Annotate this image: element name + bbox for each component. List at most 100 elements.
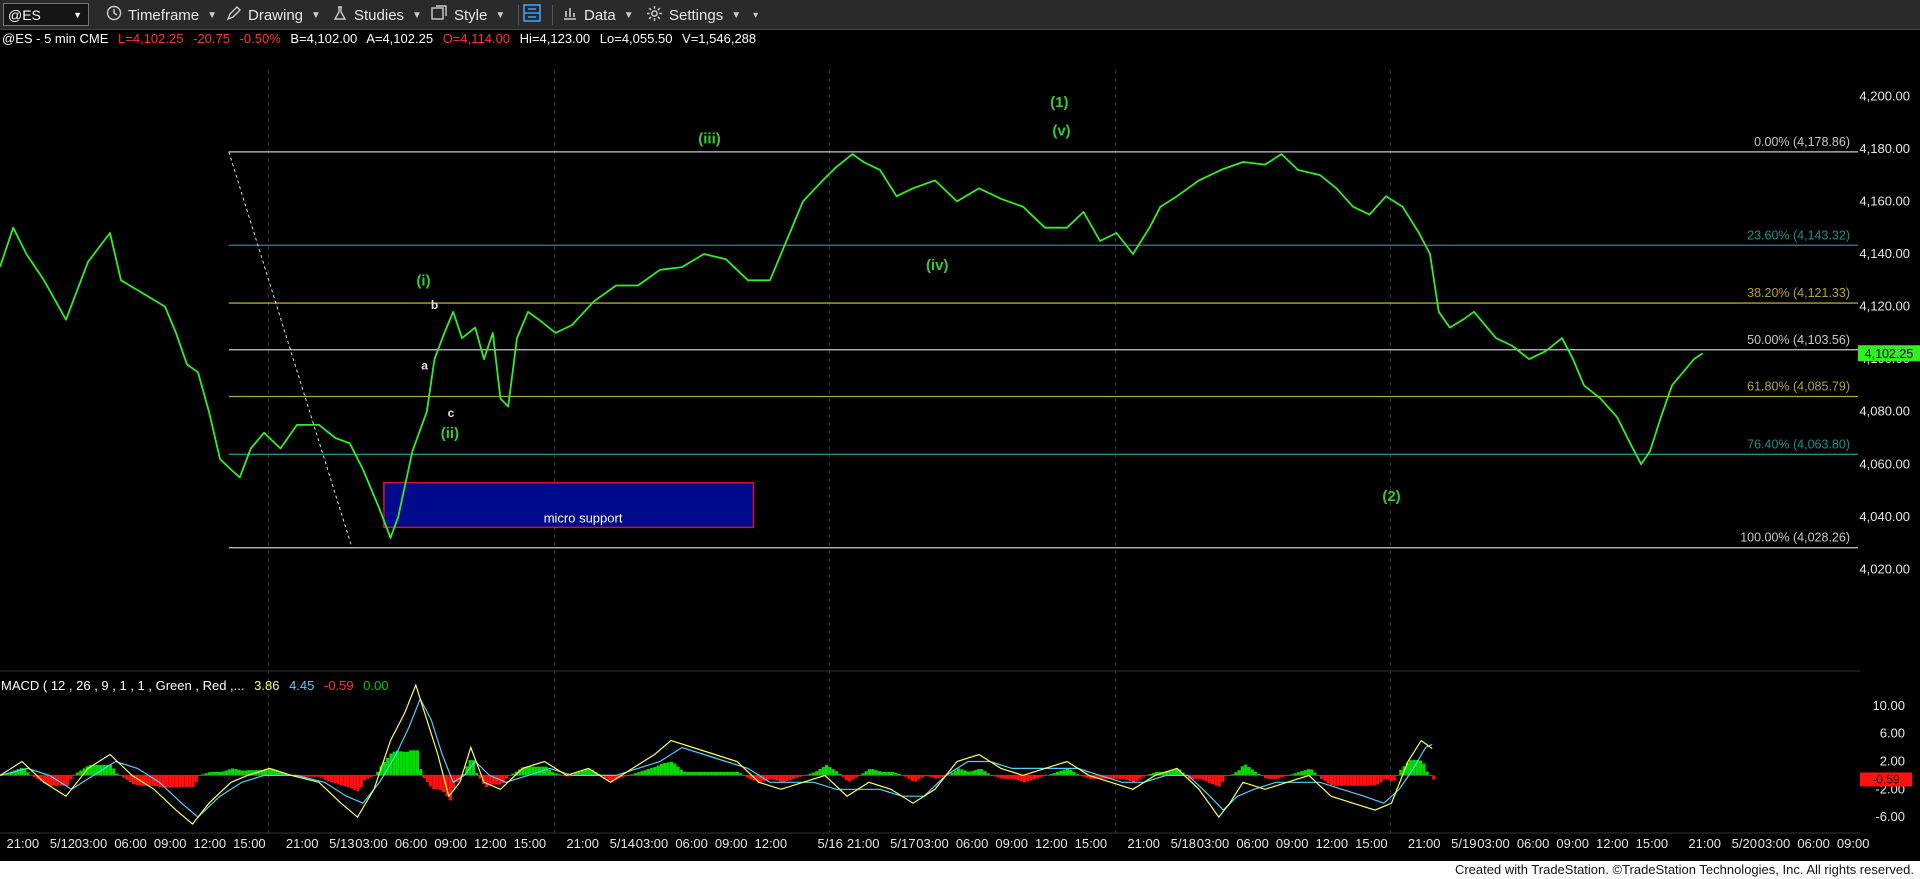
histogram-bar <box>59 775 63 786</box>
price-tick-label: 4,080.00 <box>1859 404 1910 419</box>
time-tick-label: 5/17 <box>890 836 915 851</box>
histogram-bar <box>722 771 726 776</box>
histogram-bar <box>234 769 238 776</box>
style-button[interactable]: Style ▼ <box>430 0 505 30</box>
histogram-bar <box>343 775 347 787</box>
histogram-bar <box>1115 775 1119 779</box>
support-zone[interactable]: micro support <box>383 481 755 529</box>
histogram-bar <box>1362 775 1367 786</box>
histogram-bar <box>1369 775 1373 786</box>
time-tick-label: 03:00 <box>355 836 388 851</box>
price-chart[interactable]: @ES - 5 min CME L=4,102.25 -20.75 -0.50%… <box>0 30 1920 861</box>
histogram-bar <box>669 761 674 776</box>
histogram-bar <box>788 775 792 780</box>
histogram-bar <box>1376 775 1380 785</box>
time-tick-label: 15:00 <box>1075 836 1108 851</box>
histogram-bar <box>973 770 977 776</box>
macd-label: MACD ( 12 , 26 , 9 , 1 , 1 , Green , Red… <box>1 678 389 693</box>
histogram-bar <box>544 766 548 776</box>
histogram-bar <box>1310 769 1314 776</box>
time-tick-label: 09:00 <box>154 836 187 851</box>
chevron-down-icon: ▼ <box>495 9 506 21</box>
time-tick-label: 09:00 <box>715 836 748 851</box>
time-tick-label: 21:00 <box>286 836 319 851</box>
histogram-bar <box>976 769 980 776</box>
histogram-bar <box>1026 775 1030 782</box>
chevron-down-icon: ▼ <box>207 9 218 21</box>
time-tick-label: 5/18 <box>1171 836 1196 851</box>
histogram-bar <box>1016 775 1020 781</box>
data-button[interactable]: Data ▼ <box>562 0 634 30</box>
wave-label: a <box>421 359 428 373</box>
time-tick-label: 03:00 <box>636 836 669 851</box>
histogram-bar <box>171 775 175 788</box>
time-tick-label: 06:00 <box>1517 836 1550 851</box>
histogram-bar <box>1343 775 1347 786</box>
time-tick-label: 12:00 <box>194 836 227 851</box>
histogram-bar <box>181 775 185 787</box>
histogram-bar <box>402 751 406 776</box>
histogram-bar <box>874 770 878 776</box>
histogram-bar <box>1128 775 1132 781</box>
histogram-bar <box>963 770 967 776</box>
low-readout: Lo=4,055.50 <box>600 31 673 46</box>
histogram-bar <box>980 769 984 776</box>
histogram-bar <box>363 775 367 780</box>
histogram-bar <box>359 775 363 787</box>
time-tick-label: 06:00 <box>956 836 989 851</box>
histogram-bar <box>69 775 73 780</box>
price-tick-label: 4,040.00 <box>1859 509 1910 524</box>
fib-label: 38.20% (4,121.33) <box>1747 286 1850 300</box>
histogram-bar <box>1122 775 1126 779</box>
histogram-bar <box>217 771 221 776</box>
histogram-bar <box>435 775 439 790</box>
timeframe-button[interactable]: Timeframe ▼ <box>106 0 217 30</box>
histogram-bar <box>844 775 848 781</box>
histogram-bar <box>646 769 650 776</box>
histogram-bar <box>240 770 245 776</box>
studies-label: Studies <box>354 6 405 24</box>
open-readout: O=4,114.00 <box>443 31 510 46</box>
histogram-bar <box>194 775 198 783</box>
layout-button[interactable] <box>522 0 542 30</box>
fib-label: 100.00% (4,028.26) <box>1740 531 1850 545</box>
histogram-bar <box>663 763 667 776</box>
histogram-bar <box>405 751 410 776</box>
time-tick-label: 21:00 <box>566 836 599 851</box>
histogram-bar <box>834 771 839 776</box>
histogram-bar <box>1125 775 1129 780</box>
symbol-selector[interactable]: @ES ▼ <box>3 3 89 26</box>
histogram-bar <box>184 775 188 787</box>
histogram-bar <box>640 771 644 776</box>
toolbar-divider <box>552 5 553 25</box>
histogram-bar <box>914 775 918 782</box>
histogram-bar <box>957 768 961 776</box>
last-price-readout: L=4,102.25 <box>118 31 183 46</box>
histogram-bar <box>1333 775 1337 786</box>
data-label: Data <box>584 6 616 24</box>
histogram-bar <box>881 771 885 776</box>
histogram-bar <box>128 775 132 782</box>
histogram-bar <box>884 771 888 776</box>
histogram-bar <box>336 775 340 785</box>
wave-label: c <box>448 406 455 420</box>
flask-icon <box>332 5 348 25</box>
drawing-button[interactable]: Drawing ▼ <box>226 0 321 30</box>
time-tick-label: 15:00 <box>233 836 266 851</box>
studies-button[interactable]: Studies ▼ <box>332 0 422 30</box>
histogram-bar <box>851 775 855 780</box>
wave-label: (v) <box>1052 123 1070 140</box>
histogram-bar <box>1069 769 1073 776</box>
histogram-bar <box>828 767 832 776</box>
settings-button[interactable]: Settings ▼ ▾ <box>646 0 758 30</box>
time-tick-label: 15:00 <box>514 836 547 851</box>
histogram-bar <box>267 769 271 776</box>
histogram-bar <box>214 771 218 776</box>
histogram-bar <box>1386 775 1390 780</box>
time-tick-label: 5/19 <box>1451 836 1476 851</box>
histogram-bar <box>1320 775 1324 779</box>
histogram-bar <box>864 771 868 776</box>
histogram-bar <box>768 775 773 780</box>
histogram-bar <box>693 771 697 776</box>
histogram-bar <box>683 771 687 776</box>
